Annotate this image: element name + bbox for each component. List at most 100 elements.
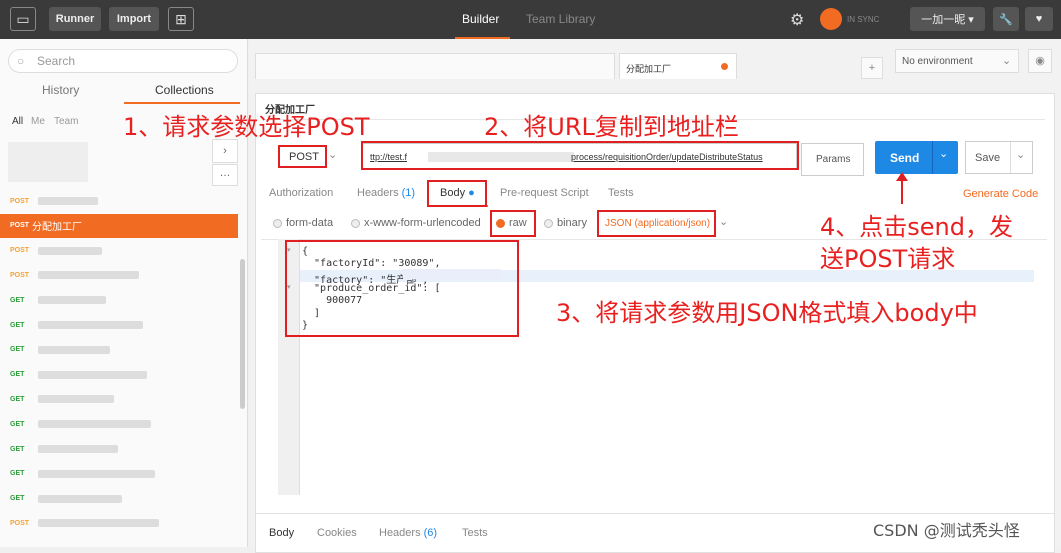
method-badge: GET (10, 321, 25, 329)
watermark: CSDN @测试秃头怪 (873, 521, 1020, 540)
tab-history[interactable]: History (42, 83, 79, 97)
fold-icon[interactable]: ▾ (287, 283, 291, 291)
request-item[interactable]: POST (0, 511, 238, 535)
fold-icon[interactable]: ▾ (287, 246, 291, 254)
save-button[interactable]: Save ⌄ (965, 141, 1033, 174)
request-item[interactable]: GET (0, 487, 238, 511)
request-item[interactable]: GET (0, 412, 238, 436)
doc-tab-active[interactable]: 分配加工厂 (619, 53, 737, 79)
method-select[interactable]: POST ⌄ (278, 143, 340, 171)
search-input[interactable]: Search (8, 49, 238, 73)
request-item[interactable]: POST (0, 239, 238, 263)
sync-status: IN SYNC (847, 15, 880, 24)
resp-tab-cookies[interactable]: Cookies (317, 527, 357, 539)
request-item[interactable]: GET (0, 288, 238, 312)
url-input[interactable]: ttp://test.f process/requisitionOrder/up… (361, 143, 797, 170)
method-badge: GET (10, 445, 25, 453)
method-badge: GET (10, 296, 25, 304)
environment-select[interactable]: No environment ⌄ (895, 49, 1019, 73)
resp-tab-tests[interactable]: Tests (462, 527, 488, 539)
code-line: 900077 (302, 295, 363, 307)
method-label: POST (289, 151, 319, 163)
method-badge: GET (10, 495, 25, 503)
request-item[interactable]: GET (0, 437, 238, 461)
params-label: Params (816, 154, 851, 165)
filter-team[interactable]: Team (54, 116, 78, 127)
chevron-down-icon[interactable]: ⌄ (1016, 148, 1025, 161)
filter-me[interactable]: Me (31, 116, 45, 127)
radio-dot-selected (496, 218, 505, 228)
request-item[interactable]: GET (0, 313, 238, 337)
radio-binary[interactable]: binary (544, 217, 587, 229)
sidebar-toggle-icon[interactable]: ▭ (10, 7, 36, 31)
request-item[interactable]: GET (0, 462, 238, 486)
urlencoded-label: x-www-form-urlencoded (364, 217, 481, 229)
tab-builder[interactable]: Builder (462, 12, 499, 26)
request-name-redacted (38, 370, 147, 379)
tab-prerequest[interactable]: Pre-request Script (500, 187, 589, 199)
radio-raw[interactable]: raw (496, 217, 527, 229)
radio-urlencoded[interactable]: x-www-form-urlencoded (351, 217, 481, 229)
request-name-redacted (38, 519, 159, 528)
request-item[interactable]: POST (0, 189, 238, 213)
tab-authorization[interactable]: Authorization (269, 187, 333, 199)
sync-icon[interactable] (820, 8, 842, 30)
tab-collections[interactable]: Collections (155, 83, 214, 97)
resp-tab-headers[interactable]: Headers (6) (379, 527, 437, 539)
method-badge: GET (10, 395, 25, 403)
request-name-redacted (38, 296, 106, 305)
resp-headers-label: Headers (379, 527, 421, 539)
add-tab-icon[interactable]: + (861, 57, 883, 79)
chevron-down-icon: ⌄ (328, 149, 338, 161)
unsaved-dot (721, 63, 728, 70)
runner-button[interactable]: Runner (49, 7, 101, 31)
tab-headers[interactable]: Headers (1) (357, 187, 415, 199)
new-tab-icon[interactable]: ⊞ (168, 7, 194, 31)
method-badge: GET (10, 420, 25, 428)
interceptor-icon[interactable]: ⚙ (790, 10, 804, 30)
request-name: 分配加工厂 (32, 222, 82, 234)
body-label: Body (440, 187, 466, 199)
request-item[interactable]: GET (0, 363, 238, 387)
request-name-redacted (38, 246, 102, 255)
radio-form-data[interactable]: form-data (273, 217, 333, 229)
content-type-select[interactable]: JSON (application/json) (605, 218, 710, 229)
tab-body[interactable]: Body ● (440, 187, 475, 199)
request-name-redacted (38, 271, 139, 280)
collection-folder[interactable] (8, 142, 88, 182)
tab-team-library[interactable]: Team Library (526, 12, 595, 26)
raw-label: raw (509, 217, 527, 229)
resp-tab-body[interactable]: Body (269, 527, 294, 539)
params-button[interactable]: Params (801, 143, 864, 176)
request-item[interactable]: POST (0, 263, 238, 287)
eye-icon[interactable]: ◉ (1028, 49, 1052, 73)
request-item[interactable]: GET (0, 387, 238, 411)
body-active-dot: ● (468, 187, 475, 199)
resp-headers-count: (6) (423, 527, 438, 539)
settings-icon[interactable]: 🔧 (993, 7, 1019, 31)
url-redacted (428, 152, 574, 162)
chevron-down-icon[interactable]: ⌄ (939, 147, 948, 160)
code-line: } (302, 319, 309, 331)
user-menu[interactable]: 一加一昵 ▾ (910, 7, 985, 31)
import-button[interactable]: Import (109, 7, 159, 31)
method-badge: POST (10, 197, 30, 205)
sidebar-scrollbar[interactable] (240, 259, 245, 409)
doc-tab-blurred[interactable] (255, 53, 615, 79)
filter-all[interactable]: All (12, 116, 23, 127)
generate-code-link[interactable]: Generate Code (963, 188, 1038, 200)
send-button[interactable]: Send ⌄ (875, 141, 958, 174)
method-badge: POST (10, 222, 30, 230)
heart-icon[interactable]: ♥ (1025, 7, 1053, 31)
request-item[interactable]: GET (0, 338, 238, 362)
request-name-redacted (38, 197, 98, 205)
url-text-end: process/requisitionOrder/updateDistribut… (571, 152, 763, 162)
chevron-right-icon[interactable]: › (212, 139, 238, 163)
tab-tests[interactable]: Tests (608, 187, 634, 199)
radio-dot (273, 218, 282, 228)
arrow-up-icon (896, 172, 908, 204)
request-item[interactable]: POST 分配加工厂 (0, 213, 238, 238)
annotation-step2: 2、将URL复制到地址栏 (484, 113, 739, 141)
more-icon[interactable]: … (212, 164, 238, 186)
chevron-down-icon[interactable]: ⌄ (719, 215, 728, 228)
